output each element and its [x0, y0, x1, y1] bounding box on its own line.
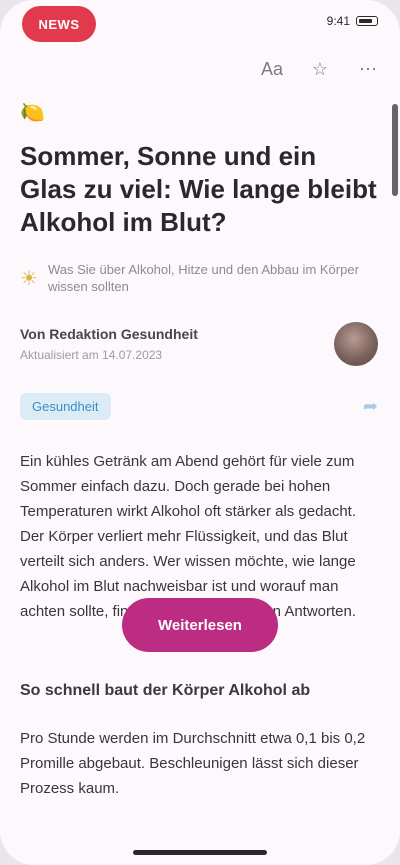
app-logo[interactable]: NEWS — [22, 6, 96, 42]
category-row: 🍋 — [20, 96, 378, 128]
section-title: So schnell baut der Körper Alkohol ab — [20, 682, 311, 699]
more-icon[interactable]: ⋯ — [354, 56, 382, 82]
article-content: 🍋 Sommer, Sonne und ein Glas zu viel: Wi… — [20, 96, 378, 624]
publish-date: Aktualisiert am 14.07.2023 — [20, 348, 163, 362]
share-icon[interactable]: ➦ — [363, 396, 378, 417]
phone-screen: NEWS 9:41 Aa ☆ ⋯ 🍋 Sommer, Sonne und ein… — [0, 0, 400, 865]
status-indicators: 9:41 — [327, 14, 378, 28]
text-size-icon[interactable]: Aa — [258, 56, 286, 82]
author-meta: Von Redaktion Gesundheit Aktualisiert am… — [20, 326, 198, 362]
subheadline: Was Sie über Alkohol, Hitze und den Abba… — [47, 262, 359, 294]
lemon-icon: 🍋 — [20, 101, 45, 124]
author-avatar[interactable] — [334, 322, 378, 366]
bookmark-icon[interactable]: ☆ — [306, 56, 334, 82]
section-body: Pro Stunde werden im Durchschnitt etwa 0… — [20, 730, 366, 797]
article-toolbar: Aa ☆ ⋯ — [258, 56, 382, 82]
battery-icon — [356, 16, 378, 26]
topic-chip[interactable]: Gesundheit — [20, 392, 111, 420]
article-headline: Sommer, Sonne und ein Glas zu viel: Wie … — [20, 141, 377, 237]
scrollbar-thumb[interactable] — [392, 104, 398, 196]
topic-row: Gesundheit ➦ — [20, 391, 378, 421]
article-section: So schnell baut der Körper Alkohol ab Pr… — [20, 680, 378, 801]
cta-wrap: Weiterlesen — [0, 598, 400, 652]
read-more-button[interactable]: Weiterlesen — [122, 598, 278, 652]
status-bar: NEWS 9:41 — [0, 0, 400, 44]
author-name[interactable]: Von Redaktion Gesundheit — [20, 326, 198, 342]
home-indicator[interactable] — [133, 850, 267, 855]
sun-icon: ☀ — [20, 267, 38, 290]
author-row: Von Redaktion Gesundheit Aktualisiert am… — [20, 319, 378, 369]
status-time: 9:41 — [326, 14, 350, 28]
subheadline-row: ☀ Was Sie über Alkohol, Hitze und den Ab… — [20, 261, 378, 295]
